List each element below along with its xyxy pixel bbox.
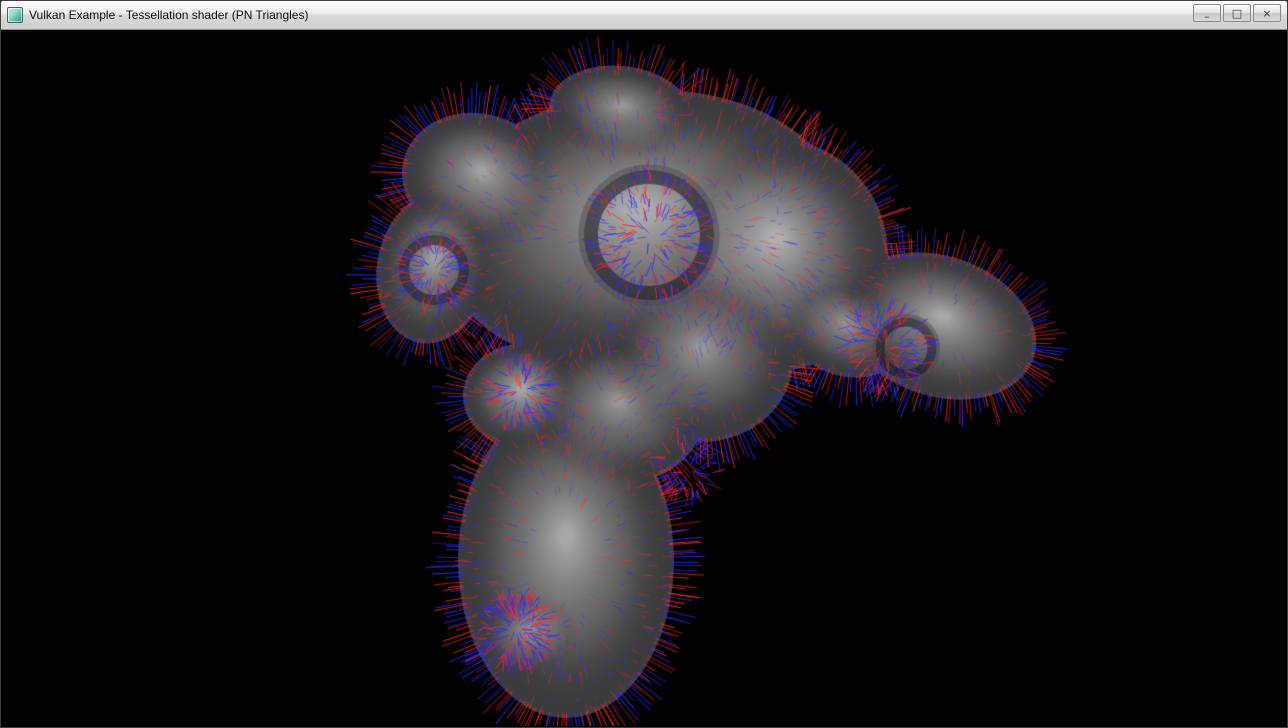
app-icon xyxy=(7,7,23,23)
maximize-button[interactable]: □ xyxy=(1223,4,1251,22)
titlebar[interactable]: Vulkan Example - Tessellation shader (PN… xyxy=(1,1,1287,30)
window-controls: – □ × xyxy=(1193,1,1281,22)
window-title: Vulkan Example - Tessellation shader (PN… xyxy=(29,8,308,22)
vulkan-3d-viewport[interactable] xyxy=(1,30,1287,726)
maximize-icon: □ xyxy=(1232,8,1242,19)
close-button[interactable]: × xyxy=(1253,4,1281,22)
close-icon: × xyxy=(1262,8,1271,19)
render-area xyxy=(1,30,1287,726)
minimize-button[interactable]: – xyxy=(1193,4,1221,22)
minimize-icon: – xyxy=(1204,11,1210,22)
app-window: Vulkan Example - Tessellation shader (PN… xyxy=(0,0,1288,728)
